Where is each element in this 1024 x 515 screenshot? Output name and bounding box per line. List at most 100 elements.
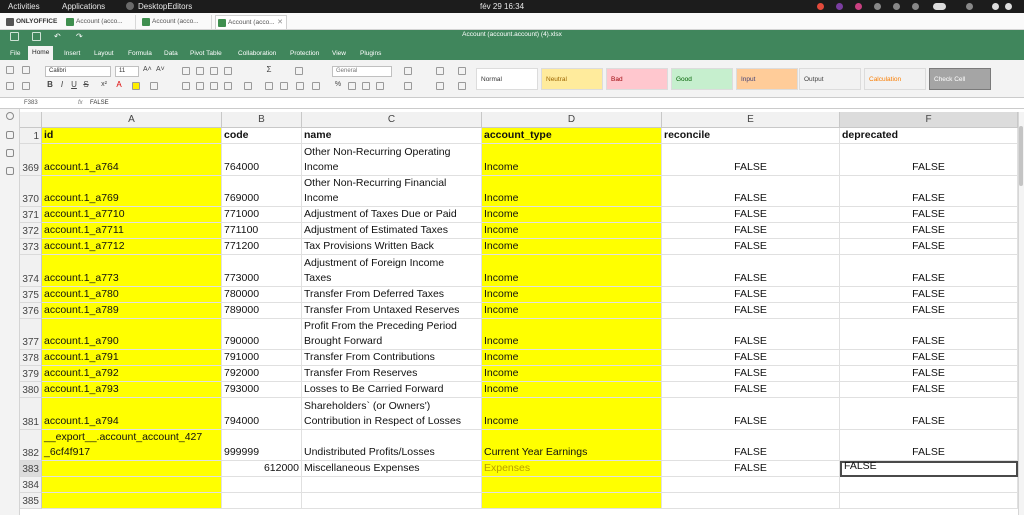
superscript-icon[interactable]: x² [100, 81, 108, 90]
ribbon-tab-layout[interactable]: Layout [90, 47, 118, 60]
header-cell-f[interactable]: deprecated [840, 128, 1018, 144]
align-middle-icon[interactable] [196, 67, 204, 75]
name-box[interactable]: F383 [24, 98, 64, 108]
ribbon-tab-formula[interactable]: Formula [124, 47, 156, 60]
clock[interactable]: fév 29 16:34 [480, 0, 524, 13]
cell-b-382[interactable]: 999999 [222, 429, 302, 461]
ribbon-tab-data[interactable]: Data [160, 47, 182, 60]
power-icon[interactable] [1005, 3, 1012, 10]
italic-icon[interactable]: I [58, 81, 66, 90]
tray-dropbox-icon[interactable] [874, 3, 881, 10]
cell-a-373[interactable]: account.1_a7712 [42, 239, 222, 255]
cell-e-382[interactable]: FALSE [662, 429, 840, 461]
cell-c-369[interactable]: Other Non-Recurring Operating Income [302, 144, 482, 176]
cell-c-373[interactable]: Tax Provisions Written Back [302, 239, 482, 255]
row-header[interactable]: 370 [20, 175, 42, 207]
cell-a-376[interactable]: account.1_a789 [42, 302, 222, 319]
cell-e-378[interactable]: FALSE [662, 350, 840, 366]
cell-f-385[interactable] [840, 493, 1018, 509]
paste-icon[interactable] [22, 66, 30, 74]
align-top-icon[interactable] [182, 67, 190, 75]
sum-icon[interactable]: Σ [265, 66, 273, 75]
header-cell-c[interactable]: name [302, 128, 482, 144]
cell-b-377[interactable]: 790000 [222, 318, 302, 350]
cell-d-381[interactable]: Income [482, 398, 662, 430]
document-tab-2[interactable]: Account (acco... [140, 15, 212, 29]
row-header[interactable]: 385 [20, 493, 42, 509]
align-right-icon[interactable] [210, 82, 218, 90]
row-header[interactable]: 380 [20, 382, 42, 398]
cell-f-374[interactable]: FALSE [840, 255, 1018, 287]
decrease-font-icon[interactable]: A˅ [156, 66, 165, 75]
cell-c-375[interactable]: Transfer From Deferred Taxes [302, 286, 482, 303]
cell-b-371[interactable]: 771000 [222, 207, 302, 223]
cell-d-374[interactable]: Income [482, 255, 662, 287]
cell-c-379[interactable]: Transfer From Reserves [302, 366, 482, 382]
cell-style-bad[interactable]: Bad [606, 68, 668, 90]
comments-icon[interactable] [6, 131, 14, 139]
cell-c-378[interactable]: Transfer From Contributions [302, 350, 482, 366]
cell-b-376[interactable]: 789000 [222, 302, 302, 319]
cell-f-372[interactable]: FALSE [840, 223, 1018, 239]
select-all-corner[interactable] [20, 112, 42, 128]
document-tab-active[interactable]: Account (acco... ✕ [215, 15, 287, 29]
cut-icon[interactable] [6, 82, 14, 90]
cell-b-380[interactable]: 793000 [222, 382, 302, 398]
cell-c-372[interactable]: Adjustment of Estimated Taxes [302, 223, 482, 239]
cell-b-372[interactable]: 771100 [222, 223, 302, 239]
cell-e-369[interactable]: FALSE [662, 144, 840, 176]
cell-e-380[interactable]: FALSE [662, 382, 840, 398]
row-header[interactable]: 375 [20, 286, 42, 303]
cell-a-378[interactable]: account.1_a791 [42, 350, 222, 366]
column-header-f[interactable]: F [840, 112, 1018, 128]
cell-a-380[interactable]: account.1_a793 [42, 382, 222, 398]
cell-style-check-cell[interactable]: Check Cell [929, 68, 991, 90]
cell-a-385[interactable] [42, 493, 222, 509]
cell-d-378[interactable]: Income [482, 350, 662, 366]
active-app-name[interactable]: DesktopEditors [138, 0, 192, 13]
underline-icon[interactable]: U [70, 81, 78, 90]
row-header[interactable]: 369 [20, 144, 42, 176]
ribbon-tab-file[interactable]: File [6, 47, 24, 60]
chrome-icon[interactable] [817, 3, 824, 10]
function-icon[interactable]: fx [78, 98, 83, 108]
cell-d-380[interactable]: Income [482, 382, 662, 398]
header-cell-a[interactable]: id [42, 128, 222, 144]
copy-style-icon[interactable] [458, 82, 466, 90]
row-header[interactable]: 381 [20, 398, 42, 430]
row-header[interactable]: 378 [20, 350, 42, 366]
cell-f-380[interactable]: FALSE [840, 382, 1018, 398]
cell-a-372[interactable]: account.1_a7711 [42, 223, 222, 239]
cell-d-375[interactable]: Income [482, 286, 662, 303]
cell-d-370[interactable]: Income [482, 175, 662, 207]
row-header[interactable]: 1 [20, 128, 42, 144]
cell-d-372[interactable]: Income [482, 223, 662, 239]
cell-e-373[interactable]: FALSE [662, 239, 840, 255]
row-header[interactable]: 377 [20, 318, 42, 350]
cell-c-377[interactable]: Profit From the Preceding Period Brought … [302, 318, 482, 350]
cell-style-input[interactable]: Input [736, 68, 798, 90]
column-header-d[interactable]: D [482, 112, 662, 128]
cell-e-374[interactable]: FALSE [662, 255, 840, 287]
format-as-table-icon[interactable] [458, 67, 466, 75]
cell-a-375[interactable]: account.1_a780 [42, 286, 222, 303]
cell-e-384[interactable] [662, 477, 840, 493]
cell-c-384[interactable] [302, 477, 482, 493]
row-header[interactable]: 379 [20, 366, 42, 382]
cell-a-382[interactable]: __export__.account_account_427 _6cf4f917 [42, 429, 222, 461]
cell-f-370[interactable]: FALSE [840, 175, 1018, 207]
cell-d-371[interactable]: Income [482, 207, 662, 223]
column-header-a[interactable]: A [42, 112, 222, 128]
conditional-formatting-icon[interactable] [436, 67, 444, 75]
font-color-icon[interactable]: A [115, 81, 123, 90]
cell-b-385[interactable] [222, 493, 302, 509]
cell-e-370[interactable]: FALSE [662, 175, 840, 207]
cell-e-375[interactable]: FALSE [662, 286, 840, 303]
copy-icon[interactable] [6, 66, 14, 74]
cell-c-376[interactable]: Transfer From Untaxed Reserves [302, 302, 482, 319]
strikethrough-icon[interactable]: S [82, 81, 90, 90]
cell-f-373[interactable]: FALSE [840, 239, 1018, 255]
cell-a-377[interactable]: account.1_a790 [42, 318, 222, 350]
column-header-e[interactable]: E [662, 112, 840, 128]
spellcheck-icon[interactable] [6, 167, 14, 175]
